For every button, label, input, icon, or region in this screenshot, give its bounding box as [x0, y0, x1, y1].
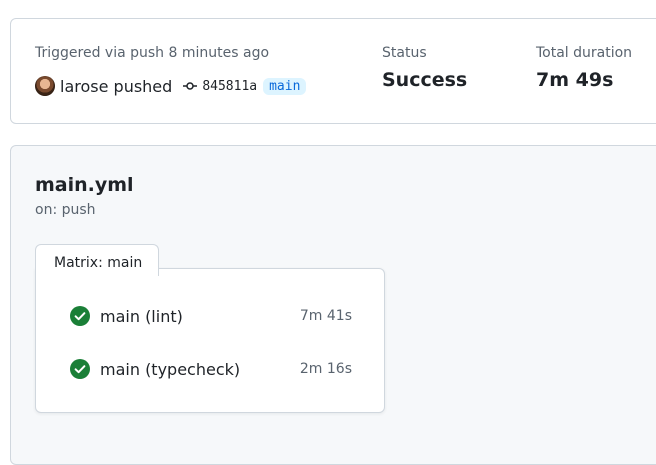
job-item-lint[interactable]: main (lint) 7m 41s — [70, 304, 352, 328]
job-name: main (typecheck) — [100, 359, 241, 379]
actor-row: larose pushed 845811a main — [35, 74, 307, 98]
check-circle-icon — [70, 306, 90, 326]
workflow-trigger-text: on: push — [35, 202, 96, 218]
matrix-tab[interactable]: Matrix: main — [35, 244, 159, 276]
avatar[interactable] — [35, 76, 55, 96]
commit-sha-link[interactable]: 845811a — [202, 79, 257, 94]
run-summary-card: Triggered via push 8 minutes ago larose … — [10, 18, 656, 124]
git-commit-icon — [183, 82, 198, 90]
job-name: main (lint) — [100, 306, 183, 326]
total-duration-label: Total duration — [536, 45, 633, 61]
status-block: Status Success — [382, 45, 467, 91]
workflow-file-title: main.yml — [35, 174, 134, 196]
total-duration-value: 7m 49s — [536, 69, 614, 91]
workflow-graph-card: main.yml on: push Matrix: main main (lin… — [10, 145, 656, 465]
actor-pushed-text[interactable]: larose pushed — [60, 77, 172, 96]
matrix-jobs-panel: main (lint) 7m 41s main (typecheck) 2m 1… — [35, 268, 385, 413]
branch-badge[interactable]: main — [263, 77, 307, 95]
job-duration: 2m 16s — [299, 361, 352, 377]
status-value: Success — [382, 69, 468, 91]
status-label: Status — [382, 45, 427, 61]
trigger-text: Triggered via push 8 minutes ago — [35, 45, 270, 61]
duration-block: Total duration 7m 49s — [536, 45, 632, 91]
job-duration: 7m 41s — [299, 308, 352, 324]
check-circle-icon — [70, 359, 90, 379]
job-item-typecheck[interactable]: main (typecheck) 2m 16s — [70, 357, 352, 381]
